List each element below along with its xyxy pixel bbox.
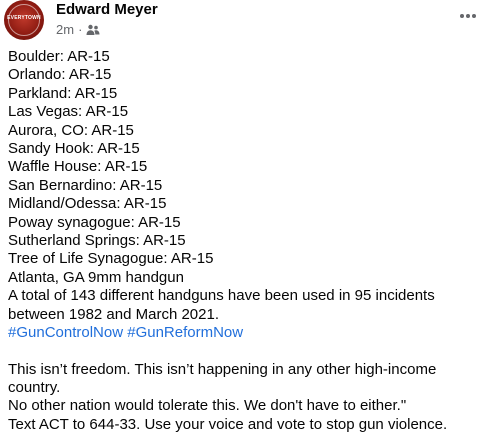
post-line: Aurora, CO: AR-15 xyxy=(8,121,134,139)
post-line: Waffle House: AR-15 xyxy=(8,158,148,176)
post-line: between 1982 and March 2021. xyxy=(8,305,219,323)
post-header: EVERYTOWN Edward Meyer 2m · xyxy=(0,0,488,44)
post-body: Boulder: AR-15 Orlando: AR-15 Parkland: … xyxy=(8,48,480,434)
post-line: San Bernardino: AR-15 xyxy=(8,176,163,194)
post-line: Text ACT to 644-33. Use your voice and v… xyxy=(8,415,448,433)
more-horizontal-icon[interactable] xyxy=(456,6,480,26)
post-line: Boulder: AR-15 xyxy=(8,48,110,65)
post-line: Parkland: AR-15 xyxy=(8,84,118,102)
post-line: Las Vegas: AR-15 xyxy=(8,103,129,121)
post-line: Sutherland Springs: AR-15 xyxy=(8,232,186,250)
post-line: No other nation would tolerate this. We … xyxy=(8,397,407,415)
friends-icon[interactable] xyxy=(86,24,100,36)
post-line: Tree of Life Synagogue: AR-15 xyxy=(8,250,214,268)
post-line: A total of 143 different handguns have b… xyxy=(8,287,435,305)
hashtag-row: #GunControlNow #GunReformNow xyxy=(8,324,480,342)
post-card: EVERYTOWN Edward Meyer 2m · Boulder: AR-… xyxy=(0,0,488,447)
avatar-logo-text: EVERYTOWN xyxy=(7,15,41,21)
hashtag-link[interactable]: #GunControlNow xyxy=(8,324,123,341)
post-timestamp[interactable]: 2m xyxy=(56,22,74,37)
post-line: Midland/Odessa: AR-15 xyxy=(8,195,167,213)
post-meta: 2m · xyxy=(56,22,100,37)
hashtag-link[interactable]: #GunReformNow xyxy=(127,324,243,341)
post-line: Poway synagogue: AR-15 xyxy=(8,213,181,231)
meta-separator: · xyxy=(78,22,83,37)
avatar[interactable]: EVERYTOWN xyxy=(4,0,44,40)
post-line: Sandy Hook: AR-15 xyxy=(8,140,140,158)
post-line: This isn’t freedom. This isn’t happening… xyxy=(8,360,437,378)
author-name[interactable]: Edward Meyer xyxy=(56,1,158,18)
post-line: Orlando: AR-15 xyxy=(8,66,112,84)
post-line: country. xyxy=(8,378,61,396)
post-line: Atlanta, GA 9mm handgun xyxy=(8,268,184,286)
